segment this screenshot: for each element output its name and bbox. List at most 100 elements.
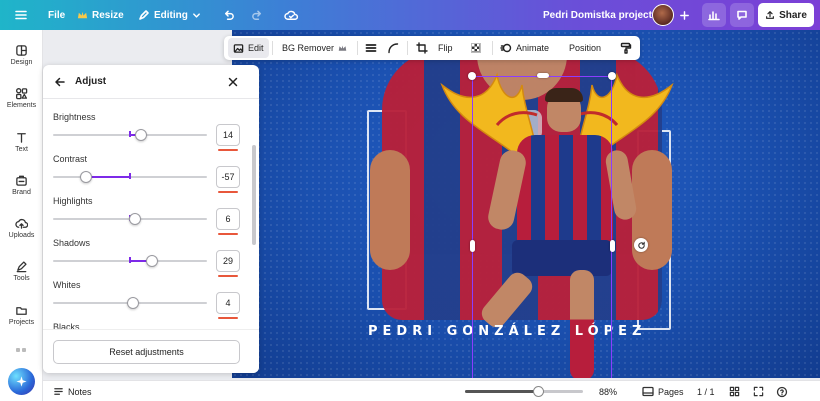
back-button[interactable] <box>53 75 67 89</box>
editing-mode-dropdown[interactable]: Editing <box>138 0 201 30</box>
text-icon <box>17 133 26 143</box>
brightness-value-input[interactable]: 14 <box>216 124 240 146</box>
cloud-save-status[interactable] <box>284 0 299 30</box>
rail-item-text[interactable]: Text <box>0 131 43 153</box>
rail-item-uploads[interactable]: Uploads <box>0 217 43 239</box>
pencil-icon <box>139 10 149 20</box>
zoom-slider-knob[interactable] <box>533 386 545 397</box>
contrast-label: Contrast <box>53 154 88 164</box>
resize-button[interactable]: Resize <box>77 0 124 30</box>
magic-assistant-button[interactable] <box>8 368 35 395</box>
reset-adjustments-button[interactable]: Reset adjustments <box>53 340 240 364</box>
hamburger-icon <box>15 10 27 20</box>
contrast-slider[interactable] <box>53 171 207 183</box>
border-style-button[interactable] <box>365 36 377 60</box>
highlights-slider[interactable] <box>53 213 207 225</box>
scrollbar-thumb[interactable] <box>252 145 256 245</box>
rail-item-design[interactable]: Design <box>0 44 43 66</box>
menu-button[interactable] <box>14 0 28 30</box>
draw-icon <box>16 261 27 273</box>
help-icon <box>776 386 788 397</box>
fullscreen-button[interactable] <box>753 381 764 401</box>
whites-value-input[interactable]: 4 <box>216 292 240 314</box>
brand-icon <box>16 175 27 186</box>
resize-handle-top[interactable] <box>537 73 549 78</box>
pages-icon <box>642 386 654 397</box>
panel-scrollbar[interactable] <box>251 67 257 367</box>
jersey-arm-left <box>370 150 410 270</box>
shadows-value-indicator <box>218 275 238 277</box>
toolbar-divider <box>357 41 358 55</box>
rail-item-tools[interactable]: Tools <box>0 260 43 282</box>
whites-slider[interactable] <box>53 297 207 309</box>
notes-button[interactable]: Notes <box>53 381 92 401</box>
contrast-value-input[interactable]: -57 <box>216 166 240 188</box>
corner-rounding-button[interactable] <box>387 36 399 60</box>
brightness-slider[interactable] <box>53 129 207 141</box>
resize-handle-left[interactable] <box>470 240 475 252</box>
arrow-left-icon <box>55 77 65 87</box>
design-canvas[interactable]: PEDRI GONZÁLEZ LÓPEZ <box>232 30 820 378</box>
flip-button[interactable]: Flip <box>438 36 453 60</box>
highlights-label: Highlights <box>53 196 93 206</box>
grid-icon <box>729 386 740 397</box>
selection-frame[interactable] <box>472 76 612 378</box>
undo-button[interactable] <box>222 0 235 30</box>
zoom-slider[interactable] <box>465 386 583 397</box>
shadows-value-input[interactable]: 29 <box>216 250 240 272</box>
file-menu[interactable]: File <box>48 0 65 30</box>
highlights-value-input[interactable]: 6 <box>216 208 240 230</box>
context-toolbar: Edit BG Remover Flip Animate Position <box>224 36 640 60</box>
pages-button[interactable]: Pages <box>642 381 684 401</box>
contrast-value-indicator <box>218 191 238 193</box>
whites-value-indicator <box>218 317 238 319</box>
more-apps-icon[interactable] <box>16 348 27 356</box>
rotate-handle[interactable] <box>634 238 648 252</box>
transparency-button[interactable] <box>471 36 481 60</box>
upload-icon <box>766 11 775 19</box>
slider-knob[interactable] <box>128 213 141 225</box>
undo-icon <box>224 10 234 20</box>
resize-handle-top-right[interactable] <box>608 72 616 80</box>
resize-handle-right[interactable] <box>610 240 615 252</box>
crop-button[interactable] <box>416 36 428 60</box>
user-avatar[interactable] <box>652 0 674 30</box>
project-title[interactable]: Pedri Domistka project <box>543 0 652 30</box>
share-button[interactable]: Share <box>758 3 814 27</box>
help-button[interactable] <box>776 381 788 401</box>
slider-knob[interactable] <box>134 129 147 141</box>
resize-handle-top-left[interactable] <box>468 72 476 80</box>
position-button[interactable]: Position <box>569 36 601 60</box>
highlights-value-indicator <box>218 233 238 235</box>
bg-remover-button[interactable]: BG Remover <box>282 36 347 60</box>
redo-button[interactable] <box>251 0 264 30</box>
slider-center-mark <box>129 257 131 263</box>
grid-view-button[interactable] <box>729 381 740 401</box>
copy-style-button[interactable] <box>620 36 632 60</box>
folder-icon <box>16 307 27 315</box>
adjust-panel: Adjust Brightness 14 Contrast -57 Highli… <box>43 65 259 373</box>
close-panel-button[interactable] <box>226 75 240 89</box>
close-icon <box>228 77 238 87</box>
zoom-slider-fill <box>465 390 539 393</box>
edit-image-button[interactable]: Edit <box>228 38 269 58</box>
slider-knob[interactable] <box>127 297 140 309</box>
rail-item-brand[interactable]: Brand <box>0 174 43 196</box>
animate-button[interactable]: Animate <box>500 36 549 60</box>
page-counter: 1 / 1 <box>697 386 715 397</box>
insights-button[interactable] <box>702 3 726 27</box>
add-collaborator-button[interactable] <box>679 0 690 30</box>
brightness-value-indicator <box>218 149 238 151</box>
toolbar-divider <box>492 41 493 55</box>
paint-roller-icon <box>620 42 632 54</box>
zoom-percentage[interactable]: 88% <box>599 381 617 401</box>
rail-item-projects[interactable]: Projects <box>0 304 43 326</box>
slider-fill <box>86 176 130 178</box>
comments-button[interactable] <box>730 3 754 27</box>
slider-knob[interactable] <box>146 255 159 267</box>
shadows-slider[interactable] <box>53 255 207 267</box>
rail-item-elements[interactable]: Elements <box>0 87 43 109</box>
slider-knob[interactable] <box>80 171 93 183</box>
notes-icon <box>54 388 63 395</box>
border-lines-icon <box>365 44 377 52</box>
